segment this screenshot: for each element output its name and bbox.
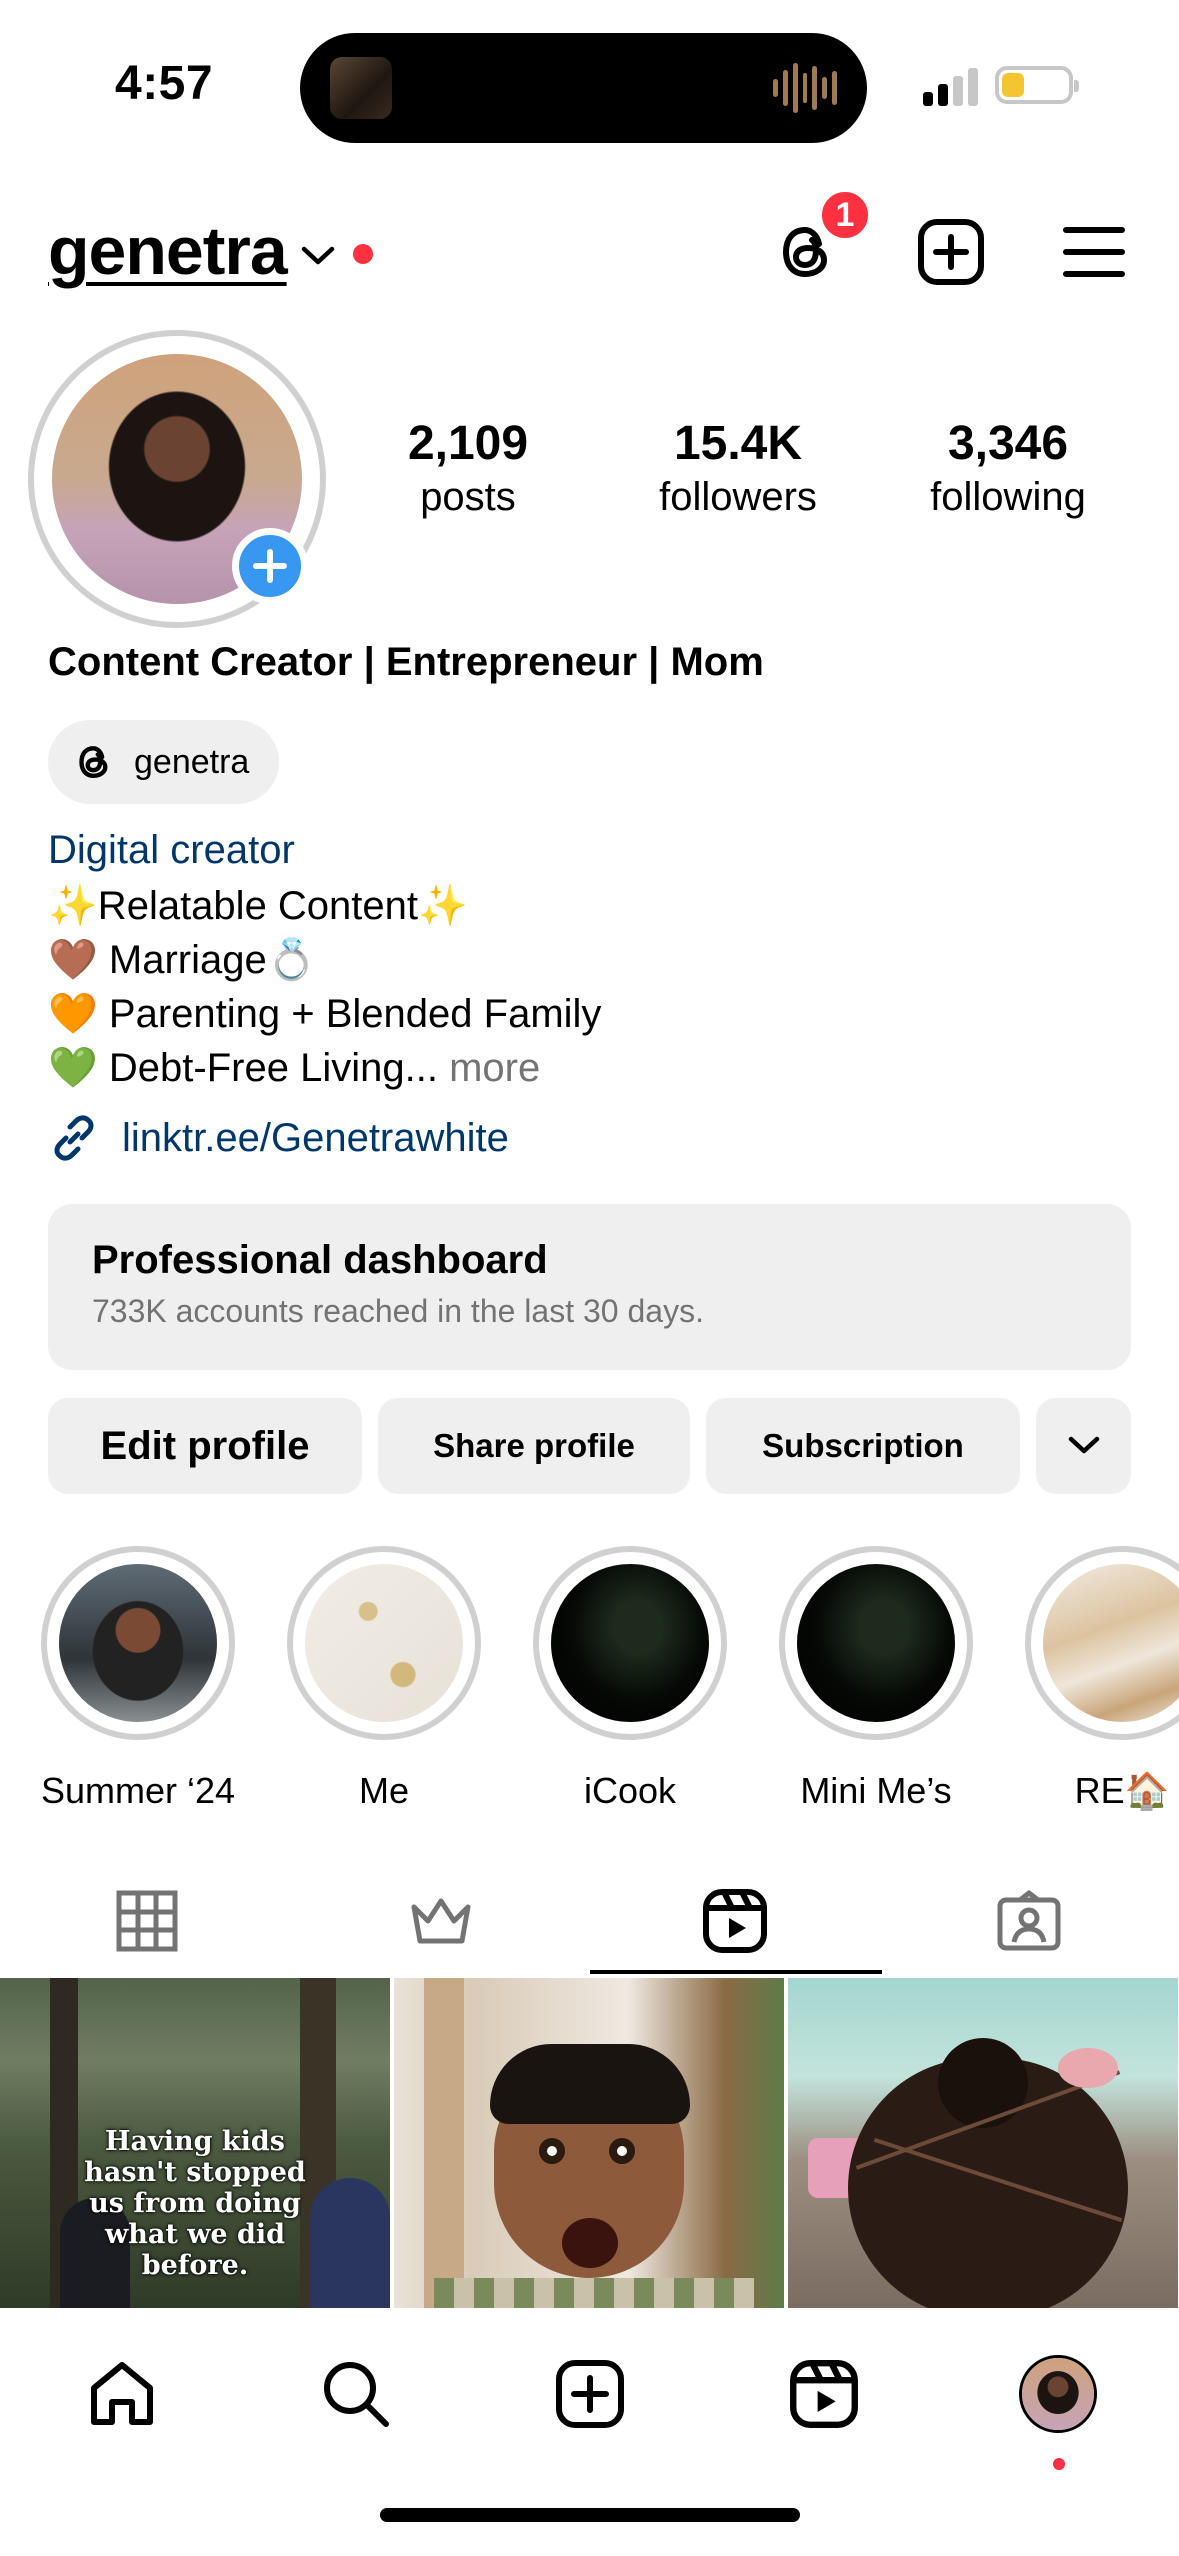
highlight-label: Summer ‘24 bbox=[41, 1770, 236, 1811]
plus-icon bbox=[253, 549, 287, 583]
menu-icon bbox=[1063, 227, 1125, 277]
professional-dashboard[interactable]: Professional dashboard 733K accounts rea… bbox=[48, 1204, 1131, 1370]
bio-line: 🧡 Parenting + Blended Family bbox=[48, 992, 602, 1036]
bio-line: ✨Relatable Content✨ bbox=[48, 884, 468, 928]
threads-icon bbox=[79, 746, 108, 778]
username[interactable]: genetra bbox=[48, 212, 288, 290]
posts-label: posts bbox=[420, 474, 516, 519]
followers-stat[interactable]: 15.4K followers bbox=[623, 417, 853, 523]
dynamic-island[interactable] bbox=[300, 33, 867, 143]
active-tab-indicator bbox=[590, 1970, 882, 1974]
chevron-down-icon bbox=[1068, 1436, 1099, 1454]
notification-dot bbox=[352, 244, 373, 264]
home-indicator[interactable] bbox=[380, 2508, 800, 2522]
subscription-button[interactable]: Subscription bbox=[706, 1398, 1020, 1494]
followers-label: followers bbox=[659, 474, 817, 519]
home-icon bbox=[91, 2362, 153, 2425]
reels-icon bbox=[703, 1889, 767, 1953]
tab-tagged[interactable] bbox=[884, 1868, 1174, 1974]
tagged-icon bbox=[997, 1890, 1061, 1951]
following-stat[interactable]: 3,346 following bbox=[893, 417, 1123, 523]
now-playing-artwork bbox=[330, 57, 392, 119]
posts-stat[interactable]: 2,109 posts bbox=[353, 417, 583, 523]
tab-reels[interactable] bbox=[590, 1868, 880, 1974]
create-icon bbox=[918, 219, 984, 285]
nav-reels[interactable] bbox=[778, 2348, 870, 2440]
menu-button[interactable] bbox=[1056, 214, 1132, 290]
search-icon bbox=[324, 2362, 389, 2427]
audio-waveform-icon bbox=[773, 61, 838, 115]
link-icon bbox=[54, 1115, 94, 1161]
nav-search[interactable] bbox=[310, 2348, 402, 2440]
dashboard-title: Professional dashboard bbox=[92, 1238, 548, 1282]
external-link[interactable]: linktr.ee/Genetrawhite bbox=[48, 1112, 509, 1164]
reel-caption: Having kids hasn't stopped us from doing… bbox=[84, 2126, 306, 2282]
dashboard-subtitle: 733K accounts reached in the last 30 day… bbox=[92, 1293, 704, 1329]
highlight-cover bbox=[551, 1564, 709, 1722]
bio-more-link[interactable]: more bbox=[438, 1046, 540, 1090]
edit-profile-button[interactable]: Edit profile bbox=[48, 1398, 362, 1494]
battery-icon bbox=[995, 66, 1079, 104]
highlight-me[interactable]: Me bbox=[287, 1546, 481, 1812]
highlight-mini-mes[interactable]: Mini Me’s bbox=[779, 1546, 973, 1812]
chevron-down-icon bbox=[301, 246, 334, 265]
bottom-navigation bbox=[0, 2308, 1179, 2556]
profile-avatar-icon bbox=[1019, 2355, 1097, 2433]
create-icon bbox=[556, 2360, 624, 2428]
status-time: 4:57 bbox=[115, 57, 214, 110]
highlight-label: iCook bbox=[583, 1770, 677, 1811]
threads-notification-badge: 1 bbox=[818, 188, 872, 242]
highlight-icook[interactable]: iCook bbox=[533, 1546, 727, 1812]
followers-count: 15.4K bbox=[673, 417, 803, 470]
highlight-cover bbox=[797, 1564, 955, 1722]
cellular-signal-icon bbox=[923, 66, 978, 106]
reel-thumbnail[interactable]: Having kids hasn't stopped us from doing… bbox=[0, 1978, 390, 2308]
tab-subscriptions[interactable] bbox=[296, 1868, 586, 1974]
threads-handle: genetra bbox=[134, 742, 250, 781]
create-button[interactable] bbox=[913, 214, 989, 290]
nav-profile[interactable] bbox=[1012, 2348, 1104, 2440]
following-label: following bbox=[930, 474, 1086, 519]
reel-thumbnail[interactable] bbox=[788, 1978, 1178, 2308]
bio-line-text: 💚 Debt-Free Living... bbox=[48, 1046, 438, 1090]
grid-icon bbox=[116, 1890, 178, 1952]
account-switcher[interactable]: genetra bbox=[48, 212, 373, 290]
threads-profile-link[interactable]: genetra bbox=[48, 720, 280, 804]
highlight-label: Mini Me’s bbox=[800, 1770, 952, 1811]
share-profile-button[interactable]: Share profile bbox=[378, 1398, 690, 1494]
add-story-button[interactable] bbox=[232, 528, 308, 604]
bio-line-last: 💚 Debt-Free Living... more bbox=[48, 1044, 540, 1091]
highlight-summer[interactable]: Summer ‘24 bbox=[41, 1546, 235, 1812]
highlight-real-estate[interactable]: RE🏠 bbox=[1025, 1546, 1179, 1812]
reel-thumbnail[interactable] bbox=[394, 1978, 784, 2308]
nav-create[interactable] bbox=[544, 2348, 636, 2440]
highlight-cover bbox=[305, 1564, 463, 1722]
highlight-cover bbox=[59, 1564, 217, 1722]
highlight-label: RE🏠 bbox=[1074, 1770, 1170, 1811]
tab-grid[interactable] bbox=[2, 1868, 292, 1974]
following-count: 3,346 bbox=[947, 417, 1069, 470]
reels-icon bbox=[790, 2360, 858, 2428]
external-link-text: linktr.ee/Genetrawhite bbox=[122, 1115, 509, 1160]
crown-icon bbox=[411, 1898, 471, 1944]
profile-notification-dot bbox=[1053, 2458, 1065, 2470]
suggested-accounts-button[interactable] bbox=[1036, 1398, 1131, 1494]
highlight-label: Me bbox=[358, 1770, 409, 1811]
highlight-cover bbox=[1043, 1564, 1179, 1722]
posts-count: 2,109 bbox=[407, 417, 529, 470]
profile-name: Content Creator | Entrepreneur | Mom bbox=[48, 640, 764, 684]
profile-category: Digital creator bbox=[48, 828, 295, 872]
bio-line: 🤎 Marriage💍 bbox=[48, 938, 317, 982]
nav-home[interactable] bbox=[76, 2348, 168, 2440]
